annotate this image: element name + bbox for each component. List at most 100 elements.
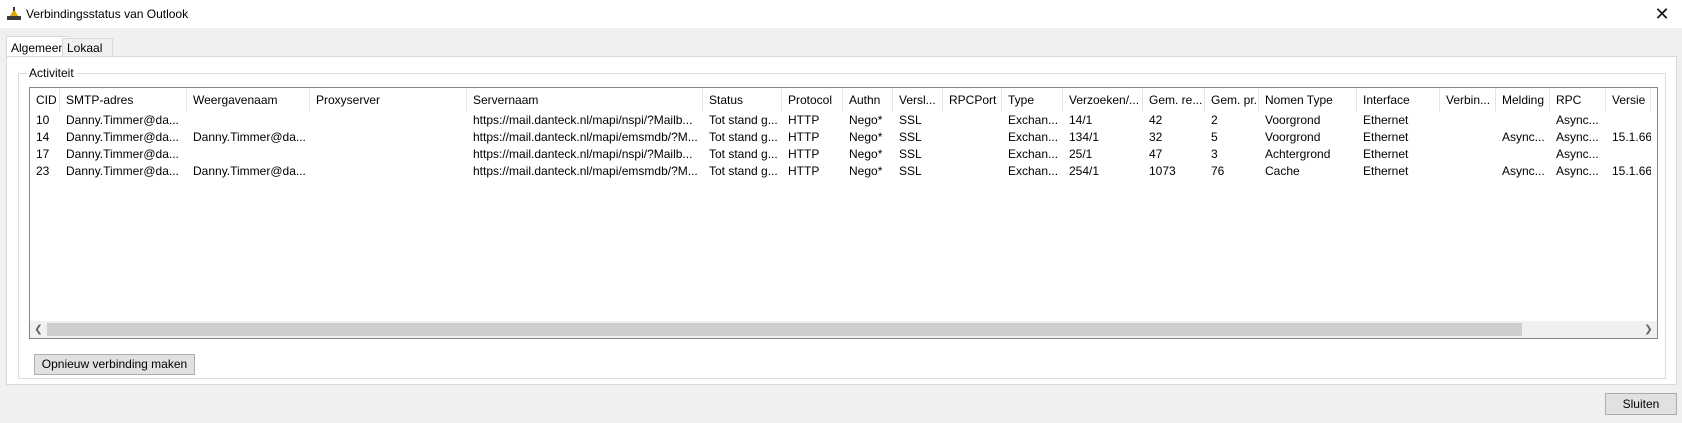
column-header[interactable]: Verzoeken/... xyxy=(1063,88,1143,112)
table-cell: Async... xyxy=(1556,164,1599,178)
scroll-right-icon[interactable]: ❯ xyxy=(1640,321,1657,338)
table-cell: Achtergrond xyxy=(1265,147,1331,161)
table-cell: SSL xyxy=(899,164,922,178)
table-cell: 17 xyxy=(36,147,50,161)
table-cell xyxy=(187,146,310,163)
table-cell xyxy=(943,163,1002,180)
table-cell: Tot stand g... xyxy=(709,164,778,178)
table-cell: Ethernet xyxy=(1363,164,1409,178)
table-cell: 15.1.66... xyxy=(1612,130,1651,144)
table-cell: SSL xyxy=(899,147,922,161)
table-cell: HTTP xyxy=(788,113,820,127)
close-window-button[interactable]: ✕ xyxy=(1642,0,1682,28)
table-cell: 15.1.66... xyxy=(1612,164,1651,178)
table-cell: 47 xyxy=(1149,147,1163,161)
column-header[interactable]: Type xyxy=(1002,88,1063,112)
column-header[interactable]: Weergavenaam xyxy=(187,88,310,112)
column-header[interactable]: Nomen Type xyxy=(1259,88,1357,112)
table-cell xyxy=(1440,129,1496,146)
table-cell: https://mail.danteck.nl/mapi/emsmdb/?M..… xyxy=(473,130,698,144)
table-cell: 254/1 xyxy=(1069,164,1100,178)
table-row[interactable]: 23 Danny.Timmer@da... Danny.Timmer@da... ht… xyxy=(30,163,1657,180)
table-cell xyxy=(310,112,467,129)
activity-group-label: Activiteit xyxy=(27,66,76,80)
table-cell: Exchan... xyxy=(1008,113,1059,127)
column-header[interactable]: Protocol xyxy=(782,88,843,112)
table-cell xyxy=(1440,112,1496,129)
table-cell xyxy=(1606,146,1651,163)
column-header[interactable]: Melding xyxy=(1496,88,1550,112)
table-cell xyxy=(1606,112,1651,129)
table-cell xyxy=(943,129,1002,146)
table-cell: O xyxy=(1651,146,1657,163)
table-cell: Ethernet xyxy=(1363,113,1409,127)
scroll-thumb[interactable] xyxy=(47,323,1522,336)
table-cell: Async... xyxy=(1556,113,1599,127)
activity-group: Activiteit CID SMTP-adres Weergavenaam Prox… xyxy=(18,66,1666,379)
table-cell: HTTP xyxy=(788,164,820,178)
table-row[interactable]: 10 Danny.Timmer@da... https://mail.danteck… xyxy=(30,112,1657,129)
table-cell: Danny.Timmer@da... xyxy=(66,147,179,161)
table-cell: Exchan... xyxy=(1008,130,1059,144)
column-header[interactable]: SMTP-adres xyxy=(60,88,187,112)
table-cell: Nego* xyxy=(849,130,883,144)
column-header[interactable]: Gem. pr... xyxy=(1205,88,1259,112)
table-cell xyxy=(1440,146,1496,163)
reconnect-button[interactable]: Opnieuw verbinding maken xyxy=(34,354,195,375)
column-header[interactable]: Proxyserver xyxy=(310,88,467,112)
column-header[interactable]: CID xyxy=(30,88,60,112)
outlook-connection-icon xyxy=(7,7,21,20)
table-cell xyxy=(943,112,1002,129)
table-cell xyxy=(187,112,310,129)
connection-list[interactable]: CID SMTP-adres Weergavenaam Proxyserver Serv… xyxy=(29,87,1658,339)
column-header[interactable]: Gem. re... xyxy=(1143,88,1205,112)
table-cell: https://mail.danteck.nl/mapi/nspi/?Mailb… xyxy=(473,147,693,161)
table-cell: Danny.Timmer@da... xyxy=(193,130,306,144)
table-cell xyxy=(310,129,467,146)
table-cell: 10 xyxy=(36,113,50,127)
table-cell: Nego* xyxy=(849,113,883,127)
column-header[interactable]: Versie xyxy=(1606,88,1651,112)
table-cell: Tot stand g... xyxy=(709,147,778,161)
table-row[interactable]: 14 Danny.Timmer@da... Danny.Timmer@da... ht… xyxy=(30,129,1657,146)
window-title: Verbindingsstatus van Outlook xyxy=(26,7,189,21)
table-cell: Danny.Timmer@da... xyxy=(66,164,179,178)
column-header[interactable]: Servernaam xyxy=(467,88,703,112)
table-cell: Ethernet xyxy=(1363,130,1409,144)
table-cell: https://mail.danteck.nl/mapi/nspi/?Mailb… xyxy=(473,113,693,127)
scroll-left-icon[interactable]: ❮ xyxy=(30,321,47,338)
table-cell: Async... xyxy=(1556,147,1599,161)
column-header[interactable]: Authn xyxy=(843,88,893,112)
table-cell: 32 xyxy=(1149,130,1163,144)
table-cell: Ethernet xyxy=(1363,147,1409,161)
column-header[interactable]: Interface xyxy=(1357,88,1440,112)
table-cell: Tot stand g... xyxy=(709,130,778,144)
table-cell: Async... xyxy=(1556,130,1599,144)
column-header[interactable]: RPC xyxy=(1550,88,1606,112)
table-cell: Async... xyxy=(1502,164,1545,178)
table-cell xyxy=(310,163,467,180)
column-header[interactable]: K xyxy=(1651,88,1657,112)
column-header[interactable]: RPCPort xyxy=(943,88,1002,112)
column-header[interactable]: Versl... xyxy=(893,88,943,112)
table-cell: Voorgrond xyxy=(1265,130,1321,144)
table-cell: Danny.Timmer@da... xyxy=(66,130,179,144)
close-button[interactable]: Sluiten xyxy=(1605,393,1677,415)
table-row[interactable]: 17 Danny.Timmer@da... https://mail.danteck… xyxy=(30,146,1657,163)
tab-panel-algemeen: Activiteit CID SMTP-adres Weergavenaam Prox… xyxy=(6,56,1677,385)
table-cell: Exchan... xyxy=(1008,147,1059,161)
table-cell: O xyxy=(1651,112,1657,129)
horizontal-scrollbar[interactable]: ❮ ❯ xyxy=(30,321,1657,338)
list-rows: 10 Danny.Timmer@da... https://mail.danteck… xyxy=(30,112,1657,180)
table-cell xyxy=(1440,163,1496,180)
column-header[interactable]: Status xyxy=(703,88,782,112)
table-cell: Nego* xyxy=(849,147,883,161)
tab-algemeen[interactable]: Algemeen xyxy=(6,36,71,57)
table-cell: 25/1 xyxy=(1069,147,1093,161)
table-cell: Exchan... xyxy=(1008,164,1059,178)
table-cell: O xyxy=(1651,129,1657,146)
table-cell: 2 xyxy=(1211,113,1218,127)
tab-lokaal-postvak[interactable]: Lokaal postvak xyxy=(62,38,114,73)
table-cell: 3 xyxy=(1211,147,1218,161)
column-header[interactable]: Verbin... xyxy=(1440,88,1496,112)
